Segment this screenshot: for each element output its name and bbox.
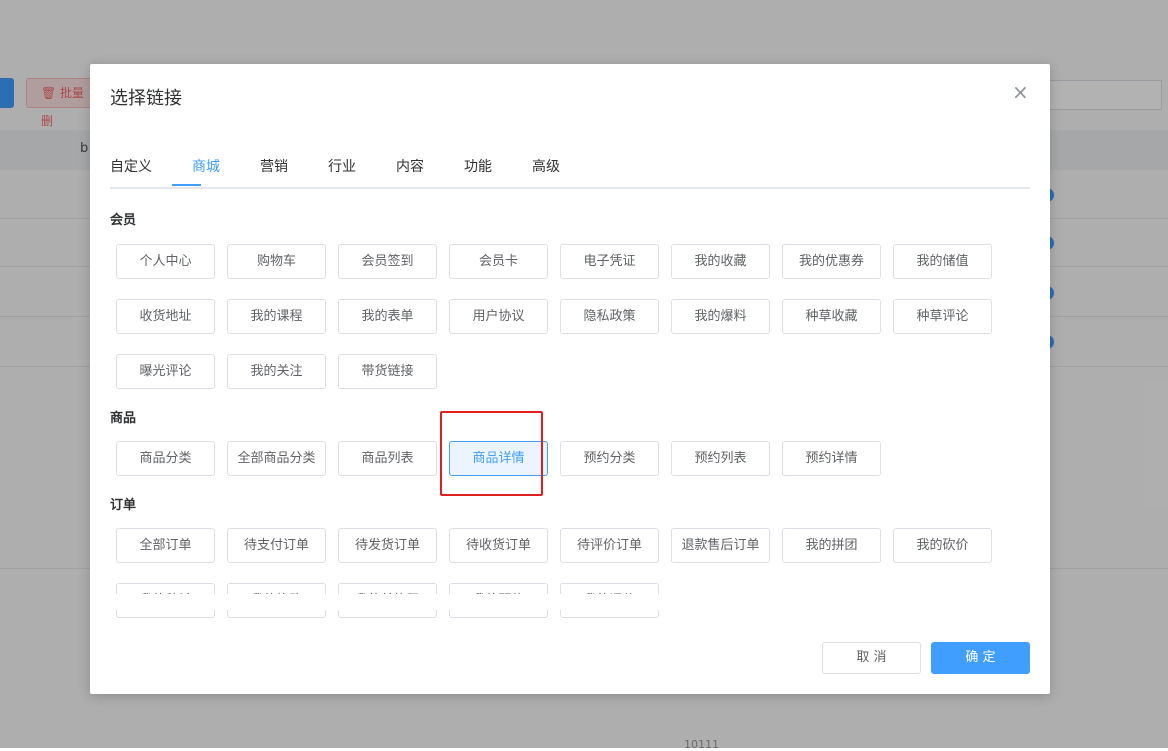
- link-option[interactable]: 我的表单: [338, 299, 437, 334]
- link-option[interactable]: 收货地址: [116, 299, 215, 334]
- red-highlight-annotation: [440, 411, 543, 496]
- dialog-title: 选择链接: [110, 88, 182, 109]
- link-option[interactable]: 购物车: [227, 244, 326, 279]
- link-option[interactable]: 曝光评论: [116, 354, 215, 389]
- cancel-button[interactable]: 取 消: [822, 642, 921, 674]
- section-title-member: 会员: [110, 213, 137, 228]
- link-option[interactable]: 带货链接: [338, 354, 437, 389]
- link-option[interactable]: 预约分类: [560, 441, 659, 476]
- link-option[interactable]: 我的课程: [227, 299, 326, 334]
- link-option[interactable]: 全部商品分类: [227, 441, 326, 476]
- confirm-button[interactable]: 确 定: [931, 642, 1030, 674]
- link-option[interactable]: 会员签到: [338, 244, 437, 279]
- link-option[interactable]: 我的优惠券: [782, 244, 881, 279]
- link-option[interactable]: 待收货订单: [449, 528, 548, 563]
- link-option[interactable]: 我的砍价: [893, 528, 992, 563]
- link-option[interactable]: 我的爆料: [671, 299, 770, 334]
- link-option[interactable]: 待评价订单: [560, 528, 659, 563]
- link-option[interactable]: 预约详情: [782, 441, 881, 476]
- tab-advanced[interactable]: 高级: [532, 156, 560, 187]
- link-option[interactable]: 用户协议: [449, 299, 548, 334]
- link-option[interactable]: 隐私政策: [560, 299, 659, 334]
- select-link-dialog: 选择链接 × 自定义 商城 营销 行业 内容 功能 高级 会员 个人中心 购物车…: [90, 64, 1050, 694]
- link-option[interactable]: 我的储值: [893, 244, 992, 279]
- link-option[interactable]: 商品分类: [116, 441, 215, 476]
- link-option[interactable]: 待发货订单: [338, 528, 437, 563]
- link-option[interactable]: 退款售后订单: [671, 528, 770, 563]
- tab-marketing[interactable]: 营销: [260, 156, 288, 187]
- tab-function[interactable]: 功能: [464, 156, 492, 187]
- link-option[interactable]: 我的拼团: [782, 528, 881, 563]
- link-option[interactable]: 我的收藏: [671, 244, 770, 279]
- link-option[interactable]: 种草评论: [893, 299, 992, 334]
- link-option[interactable]: 会员卡: [449, 244, 548, 279]
- tab-content[interactable]: 内容: [396, 156, 424, 187]
- section-title-goods: 商品: [110, 411, 137, 426]
- tab-custom[interactable]: 自定义: [110, 156, 152, 187]
- tab-industry[interactable]: 行业: [328, 156, 356, 187]
- link-option[interactable]: 电子凭证: [560, 244, 659, 279]
- close-icon[interactable]: ×: [1012, 82, 1029, 102]
- link-option[interactable]: 预约列表: [671, 441, 770, 476]
- tab-mall[interactable]: 商城: [192, 156, 220, 187]
- scroll-clip-area: [90, 594, 1050, 610]
- active-tab-indicator: [172, 184, 201, 186]
- link-option[interactable]: 待支付订单: [227, 528, 326, 563]
- link-option[interactable]: 商品列表: [338, 441, 437, 476]
- link-option[interactable]: 全部订单: [116, 528, 215, 563]
- link-option[interactable]: 我的关注: [227, 354, 326, 389]
- link-option[interactable]: 种草收藏: [782, 299, 881, 334]
- link-option[interactable]: 个人中心: [116, 244, 215, 279]
- section-title-orders: 订单: [110, 498, 137, 513]
- link-category-tabs: 自定义 商城 营销 行业 内容 功能 高级: [110, 156, 1030, 189]
